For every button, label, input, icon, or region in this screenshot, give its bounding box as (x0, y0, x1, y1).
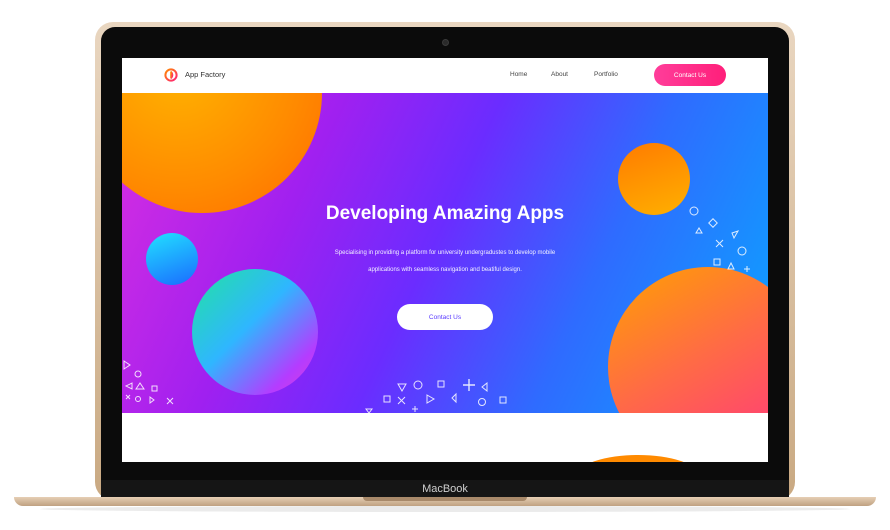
hero-subtitle-line-2: applications with seamless navigation an… (368, 267, 522, 273)
hero-section: Developing Amazing Apps Specialising in … (122, 93, 768, 413)
hero-subtitle-line-1: Specialising in providing a platform for… (334, 250, 556, 256)
next-section (122, 413, 768, 462)
hero-contact-button[interactable]: Contact Us (397, 304, 493, 330)
laptop-shadow (40, 506, 850, 512)
nav-contact-button[interactable]: Contact Us (654, 64, 726, 86)
top-navbar: App Factory Home About Portfolio Contact… (122, 58, 768, 93)
app-factory-logo-icon[interactable] (164, 68, 178, 82)
laptop-opening-notch (363, 497, 527, 501)
laptop-chin: MacBook (101, 480, 789, 498)
nav-link-home[interactable]: Home (510, 71, 527, 78)
camera-icon (442, 39, 449, 46)
hero-title: Developing Amazing Apps (325, 203, 565, 224)
nav-link-about[interactable]: About (551, 71, 568, 78)
website-screen: App Factory Home About Portfolio Contact… (122, 58, 768, 462)
device-label: MacBook (422, 483, 468, 495)
brand-name[interactable]: App Factory (185, 70, 225, 79)
decorative-circle-peek (578, 455, 698, 462)
laptop-mockup: App Factory Home About Portfolio Contact… (0, 0, 890, 530)
nav-link-portfolio[interactable]: Portfolio (594, 71, 618, 78)
